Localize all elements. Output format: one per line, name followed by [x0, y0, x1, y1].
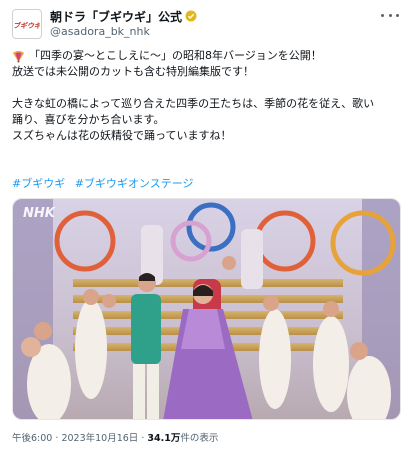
post-header: ブギウギ 朝ドラ「ブギウギ」公式 @asadora_bk_nhk [12, 8, 401, 42]
post-footer: 午後6:00 · 2023年10月16日 · 34.1万件の表示 [12, 430, 218, 444]
post-line-3: 大きな虹の橋によって巡り合えた四季の王たちは、季節の花を従え、歌い [12, 97, 375, 110]
hashtag-link[interactable]: #ブギウギ [12, 177, 65, 190]
svg-text:ブギウギ: ブギウギ [14, 21, 40, 30]
post-image[interactable]: NHK [12, 198, 401, 420]
name-line: 朝ドラ「ブギウギ」公式 [50, 8, 197, 24]
avatar[interactable]: ブギウギ [12, 9, 42, 39]
display-name[interactable]: 朝ドラ「ブギウギ」公式 [50, 8, 182, 25]
post-date[interactable]: 2023年10月16日 [61, 433, 138, 444]
nhk-watermark: NHK [23, 206, 56, 221]
account-handle[interactable]: @asadora_bk_nhk [50, 25, 150, 38]
verified-badge-icon [185, 10, 197, 22]
views-label: 件の表示 [180, 433, 219, 444]
post-time[interactable]: 午後6:00 [12, 433, 52, 444]
brand-logo: ブギウギ [14, 21, 40, 30]
stage-photo: NHK [13, 199, 400, 419]
post-line-4: 踊り、喜びを分かち合います。 [12, 113, 165, 126]
separator: · [141, 433, 145, 444]
views-count: 34.1万 [147, 433, 181, 444]
hashtag-link[interactable]: #ブギウギオンステージ [75, 177, 194, 190]
fan-icon [13, 50, 24, 62]
post-line-1: 「四季の宴〜とこしえに〜」の昭和8年バージョンを公開！ [29, 49, 322, 62]
post-line-2: 放送では未公開のカットも含む特別編集版です！ [12, 65, 254, 78]
hashtags: #ブギウギ #ブギウギオンステージ [12, 175, 200, 191]
post-line: 「四季の宴〜とこしえに〜」の昭和8年バージョンを公開！ [12, 48, 402, 64]
separator: · [55, 433, 59, 444]
post-text: 「四季の宴〜とこしえに〜」の昭和8年バージョンを公開！ 放送では未公開のカットも… [12, 48, 402, 144]
post-line-5: スズちゃんは花の妖精役で踊っていますね！ [12, 129, 232, 142]
more-options-icon[interactable] [381, 8, 399, 22]
